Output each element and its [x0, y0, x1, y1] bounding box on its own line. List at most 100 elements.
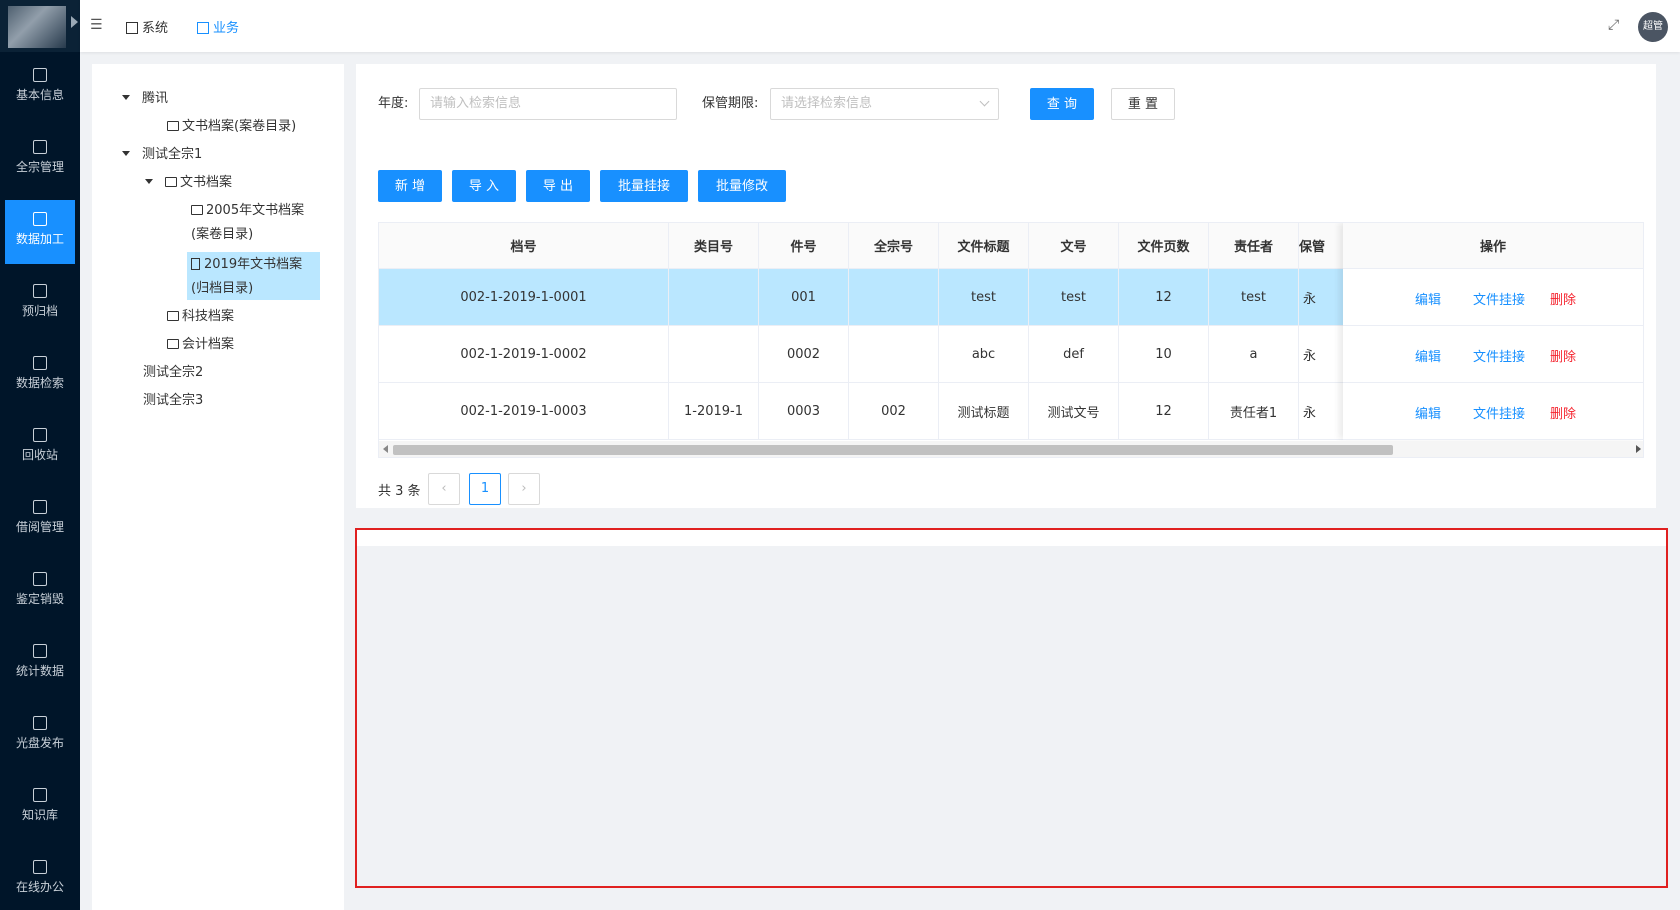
page-1-button[interactable]: 1	[469, 473, 501, 505]
tree-node[interactable]: 文书档案(案卷目录)	[167, 116, 296, 138]
sidebar-item-1[interactable]: 全宗管理	[0, 128, 80, 192]
column-header[interactable]: 文件页数	[1119, 223, 1209, 268]
edit-link[interactable]: 编辑	[1415, 346, 1441, 365]
tree-node[interactable]: 测试全宗2	[143, 362, 203, 384]
column-header[interactable]: 文号	[1029, 223, 1119, 268]
tree-node-label: 会计档案	[182, 337, 235, 352]
tree-node-label: 测试全宗3	[143, 393, 204, 408]
add-button[interactable]: 新 增	[378, 170, 442, 202]
delete-link[interactable]: 删除	[1550, 346, 1576, 365]
tree-node-label: 科技档案	[182, 309, 235, 324]
sidebar-item-7[interactable]: 鉴定销毁	[0, 560, 80, 624]
file-link-link[interactable]: 文件挂接	[1473, 289, 1525, 308]
file-link-link[interactable]: 文件挂接	[1473, 346, 1525, 365]
sidebar-item-label: 光盘发布	[15, 736, 64, 750]
batch-edit-button[interactable]: 批量修改	[698, 170, 786, 202]
edit-link[interactable]: 编辑	[1415, 403, 1441, 422]
tree-node[interactable]: 2005年文书档案	[191, 200, 304, 222]
tree-node[interactable]: 测试全宗3	[143, 390, 203, 412]
tree-node[interactable]: 文书档案	[145, 172, 232, 194]
sidebar-item-label: 数据检索	[15, 376, 64, 390]
column-header[interactable]: 全宗号	[849, 223, 939, 268]
sidebar-item-3[interactable]: 预归档	[0, 272, 80, 336]
column-header[interactable]: 文件标题	[939, 223, 1029, 268]
refresh-icon	[33, 284, 47, 298]
caret-down-icon[interactable]	[122, 95, 130, 100]
tree-node-label-line2: (归档目录)	[191, 281, 254, 296]
delete-link[interactable]: 删除	[1550, 289, 1576, 308]
sidebar-item-label: 在线办公	[15, 880, 64, 894]
column-header[interactable]: 责任者	[1209, 223, 1299, 268]
disc-icon	[33, 716, 47, 730]
import-button[interactable]: 导 入	[452, 170, 516, 202]
avatar[interactable]: 超管	[1638, 12, 1668, 42]
table-cell: 责任者1	[1209, 383, 1299, 439]
column-header[interactable]: 保管	[1299, 223, 1349, 268]
collapse-arrow-icon[interactable]	[71, 16, 78, 28]
table-cell: 永	[1299, 269, 1349, 325]
table-cell: 0002	[759, 326, 849, 382]
folder-icon	[167, 121, 179, 131]
column-header[interactable]: 档号	[379, 223, 669, 268]
edit-link[interactable]: 编辑	[1415, 289, 1441, 308]
year-input[interactable]: 请输入检索信息	[419, 88, 677, 120]
column-header[interactable]: 类目号	[669, 223, 759, 268]
table-cell: 0003	[759, 383, 849, 439]
data-table: 档号 类目号 件号 全宗号 文件标题 文号 文件页数 责任者 保管 002-1-2019-1-0…	[378, 222, 1644, 458]
grid-icon	[33, 140, 47, 154]
delete-link[interactable]: 删除	[1550, 403, 1576, 422]
term-label: 保管期限:	[702, 96, 759, 111]
sidebar-item-4[interactable]: 数据检索	[0, 344, 80, 408]
tree-node[interactable]: 测试全宗1	[122, 144, 202, 166]
scroll-left-icon[interactable]	[383, 445, 388, 453]
table-cell: 测试标题	[939, 383, 1029, 439]
next-page-button[interactable]: ›	[508, 473, 540, 505]
sidebar-item-9[interactable]: 光盘发布	[0, 704, 80, 768]
sidebar-item-5[interactable]: 回收站	[0, 416, 80, 480]
column-header[interactable]: 件号	[759, 223, 849, 268]
caret-down-icon[interactable]	[122, 151, 130, 156]
tree-node-label: 文书档案	[180, 175, 233, 190]
table-cell: 002-1-2019-1-0003	[379, 383, 669, 439]
sidebar-item-label: 全宗管理	[15, 160, 64, 174]
tree-node[interactable]: 腾讯	[122, 88, 168, 110]
sidebar-item-11[interactable]: 在线办公	[0, 848, 80, 910]
tree-node[interactable]: 会计档案	[167, 334, 234, 356]
caret-down-icon[interactable]	[145, 179, 153, 184]
table-cell: 永	[1299, 383, 1349, 439]
batch-link-button[interactable]: 批量挂接	[600, 170, 688, 202]
term-select-placeholder: 请选择检索信息	[781, 96, 873, 111]
file-link-link[interactable]: 文件挂接	[1473, 403, 1525, 422]
horizontal-scrollbar[interactable]	[379, 441, 1643, 457]
prev-page-button[interactable]: ‹	[428, 473, 460, 505]
reset-button[interactable]: 重 置	[1111, 88, 1175, 120]
term-select[interactable]: 请选择检索信息	[770, 88, 999, 120]
scroll-right-icon[interactable]	[1636, 445, 1641, 453]
sidebar-item-8[interactable]: 统计数据	[0, 632, 80, 696]
tree-node[interactable]: 科技档案	[167, 306, 234, 328]
sidebar-item-2[interactable]: 数据加工	[5, 200, 75, 264]
scrollbar-thumb[interactable]	[393, 445, 1393, 455]
table-cell	[669, 269, 759, 325]
fullscreen-icon[interactable]: ⤢	[1608, 18, 1622, 32]
tree-node[interactable]: 2019年文书档案	[191, 254, 302, 276]
table-cell: 12	[1119, 269, 1209, 325]
nav-business[interactable]: 业务	[197, 17, 239, 36]
sidebar-item-label: 基本信息	[15, 88, 64, 102]
sidebar-item-10[interactable]: 知识库	[0, 776, 80, 840]
table-cell: a	[1209, 326, 1299, 382]
menu-toggle-icon[interactable]: ☰	[90, 18, 104, 32]
tree-node-label: 2019年文书档案	[204, 257, 303, 272]
query-button[interactable]: 查 询	[1030, 88, 1094, 120]
sidebar-item-6[interactable]: 借阅管理	[0, 488, 80, 552]
table-cell: 002-1-2019-1-0001	[379, 269, 669, 325]
export-button[interactable]: 导 出	[526, 170, 590, 202]
nav-system[interactable]: 系统	[126, 17, 168, 36]
monitor-icon	[33, 860, 47, 874]
sidebar-item-0[interactable]: 基本信息	[0, 56, 80, 120]
table-cell: 001	[759, 269, 849, 325]
chevron-down-icon	[979, 96, 990, 107]
table-cell	[849, 269, 939, 325]
highlighted-empty-region	[355, 528, 1668, 888]
table-cell	[669, 326, 759, 382]
